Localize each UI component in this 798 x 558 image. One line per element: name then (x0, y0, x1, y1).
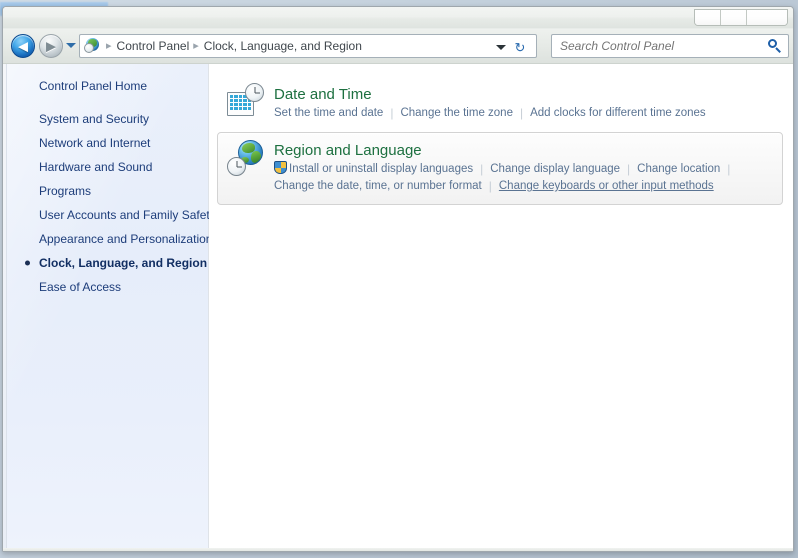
back-arrow-icon: ◀ (18, 38, 28, 54)
category-links-region-and-language: Install or uninstall display languages |… (274, 161, 774, 195)
control-panel-globe-icon (84, 38, 100, 54)
link-separator: | (488, 179, 492, 193)
minimize-button[interactable] (695, 10, 721, 25)
window-body: Control Panel Home System and Security N… (3, 64, 793, 551)
address-dropdown-chevron-down-icon[interactable] (496, 45, 506, 50)
forward-arrow-icon: ▶ (46, 38, 56, 54)
refresh-icon[interactable]: ↻ (511, 40, 529, 56)
breadcrumb-control-panel[interactable]: Control Panel (117, 39, 190, 53)
sidebar-item-hardware-and-sound[interactable]: Hardware and Sound (3, 155, 208, 179)
globe-clock-icon (226, 139, 264, 177)
sidebar-item-user-accounts-and-family-safety[interactable]: User Accounts and Family Safety (3, 203, 216, 227)
link-separator: | (390, 106, 394, 120)
link-separator: | (519, 106, 524, 120)
sidebar-item-system-and-security[interactable]: System and Security (3, 107, 208, 131)
category-title-date-and-time[interactable]: Date and Time (274, 85, 774, 104)
category-date-and-time[interactable]: Date and Time Set the time and date | Ch… (217, 76, 783, 132)
breadcrumb-separator-icon: ▸ (193, 39, 199, 52)
status-strip (3, 548, 793, 551)
category-title-region-and-language[interactable]: Region and Language (274, 141, 774, 160)
breadcrumb-clock-language-region[interactable]: Clock, Language, and Region (204, 39, 362, 53)
address-bar[interactable]: ▸ Control Panel ▸ Clock, Language, and R… (79, 34, 537, 58)
sidebar-item-programs[interactable]: Programs (3, 179, 208, 203)
sidebar-item-ease-of-access[interactable]: Ease of Access (3, 275, 208, 299)
category-region-and-language[interactable]: Region and Language Install or uninstall… (217, 132, 783, 205)
search-input[interactable] (560, 39, 766, 53)
back-button[interactable]: ◀ (11, 34, 35, 58)
navigation-toolbar: ◀ ▶ ▸ Control Panel ▸ Clock, Language, a… (3, 29, 793, 64)
sidebar-item-clock-language-and-region[interactable]: Clock, Language, and Region (3, 251, 208, 275)
uac-shield-icon (274, 161, 287, 174)
search-icon[interactable] (766, 37, 784, 55)
sidebar-item-label: Appearance and Personalization (39, 232, 213, 246)
sidebar-item-label: Ease of Access (39, 280, 122, 294)
link-change-the-date-time-or-number-format[interactable]: Change the date, time, or number format (274, 178, 482, 195)
sidebar-item-label: Programs (39, 184, 92, 198)
link-change-display-language[interactable]: Change display language (490, 161, 620, 178)
sidebar-item-network-and-internet[interactable]: Network and Internet (3, 131, 208, 155)
sidebar-item-label: Clock, Language, and Region (39, 256, 208, 270)
calendar-clock-icon (226, 83, 264, 121)
category-list: Date and Time Set the time and date | Ch… (209, 64, 793, 551)
link-label: Install or uninstall display languages (289, 163, 474, 175)
sidebar-item-control-panel-home[interactable]: Control Panel Home (3, 74, 208, 98)
sidebar-item-label: Network and Internet (39, 136, 151, 150)
window-controls (694, 9, 788, 26)
sidebar-item-appearance-and-personalization[interactable]: Appearance and Personalization (3, 227, 212, 251)
close-button[interactable] (747, 10, 787, 25)
link-separator: | (480, 162, 484, 176)
sidebar-item-label: System and Security (39, 112, 150, 126)
maximize-button[interactable] (721, 10, 747, 25)
link-change-the-time-zone[interactable]: Change the time zone (400, 105, 513, 122)
selected-bullet-icon (25, 260, 30, 266)
search-box[interactable] (551, 34, 789, 58)
sidebar-navigation: Control Panel Home System and Security N… (3, 64, 216, 551)
sidebar-item-label: Hardware and Sound (39, 160, 153, 174)
sidebar-item-label: Control Panel Home (39, 79, 148, 93)
link-add-clocks-for-different-time-zones[interactable]: Add clocks for different time zones (530, 105, 706, 122)
recent-pages-chevron-down-icon[interactable] (66, 43, 76, 48)
sidebar-item-label: User Accounts and Family Safety (39, 208, 216, 222)
link-separator: | (627, 162, 631, 176)
link-change-location[interactable]: Change location (637, 161, 720, 178)
link-separator: | (727, 162, 731, 176)
link-set-the-time-and-date[interactable]: Set the time and date (274, 105, 383, 122)
control-panel-window: ◀ ▶ ▸ Control Panel ▸ Clock, Language, a… (2, 6, 794, 552)
breadcrumb-separator-icon: ▸ (106, 39, 112, 52)
category-links-date-and-time: Set the time and date | Change the time … (274, 105, 774, 122)
title-bar (3, 7, 793, 29)
forward-button[interactable]: ▶ (39, 34, 63, 58)
link-change-keyboards-or-other-input-methods[interactable]: Change keyboards or other input methods (499, 178, 714, 195)
link-install-or-uninstall-display-languages[interactable]: Install or uninstall display languages (274, 161, 473, 178)
